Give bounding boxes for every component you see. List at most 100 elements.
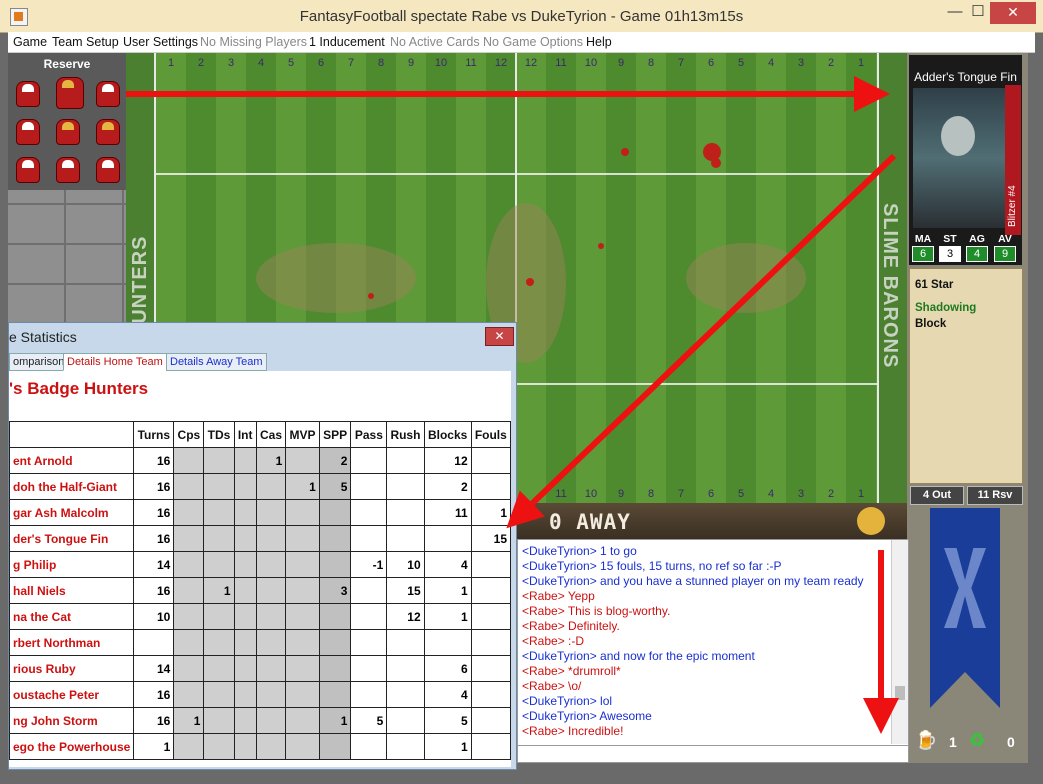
player-portrait [913, 88, 1005, 228]
table-row[interactable]: rious Ruby 14 6 [8, 655, 512, 682]
column-header[interactable]: Cas [255, 421, 287, 448]
stat-cell [318, 525, 352, 552]
stat-cell [470, 603, 512, 630]
tab-comparison[interactable]: omparison [9, 353, 69, 371]
chat-message: <Rabe> *drumroll* [522, 664, 621, 678]
stat-cell [255, 551, 287, 578]
stat-cell [233, 707, 257, 734]
stat-cell [350, 733, 388, 760]
column-header[interactable]: Pass [350, 421, 388, 448]
pitch-column-number: 8 [647, 57, 655, 69]
pitch-column-number: 10 [584, 57, 598, 69]
stat-cell [255, 733, 287, 760]
menu-inducements[interactable]: 1 Inducement [309, 35, 385, 49]
player-card: Adder's Tongue Fin Blitzer #4 MA 6 ST 3 AG… [909, 55, 1022, 265]
table-row[interactable]: na the Cat 10 12 1 [8, 603, 512, 630]
stat-cell [386, 473, 425, 500]
stat-cell [255, 655, 287, 682]
stat-cell: 16 [133, 681, 175, 708]
column-header[interactable]: SPP [318, 421, 352, 448]
table-row[interactable]: ent Arnold 16 1 2 12 [8, 447, 512, 474]
menu-active-cards[interactable]: No Active Cards [390, 35, 480, 49]
stat-cell [233, 473, 257, 500]
menu-team-setup[interactable]: Team Setup [52, 35, 119, 49]
stat-cell: -1 [350, 551, 388, 578]
column-header[interactable]: MVP [285, 421, 320, 448]
scroll-thumb[interactable] [895, 686, 905, 700]
dialog-close-button[interactable]: ✕ [485, 327, 514, 346]
table-row[interactable]: ego the Powerhouse 1 1 [8, 733, 512, 760]
title-bar: FantasyFootball spectate Rabe vs DukeTyr… [0, 0, 1043, 33]
players-out-button[interactable]: 4 Out [910, 486, 964, 505]
stat-cell [255, 629, 287, 656]
players-reserve-button[interactable]: 11 Rsv [967, 486, 1023, 505]
menu-user-settings[interactable]: User Settings [123, 35, 198, 49]
stat-cell [350, 655, 388, 682]
column-header[interactable]: Blocks [423, 421, 472, 448]
wide-zone-line [156, 173, 877, 175]
reserve-player[interactable] [16, 119, 40, 145]
column-header[interactable]: Int [233, 421, 257, 448]
menu-game-options[interactable]: No Game Options [483, 35, 583, 49]
stat-value: 4 [966, 246, 988, 262]
menu-missing-players[interactable]: No Missing Players [200, 35, 307, 49]
chat-message: <Rabe> :-D [522, 634, 585, 648]
skill-shadowing: Shadowing [915, 302, 977, 314]
stat-cell [285, 681, 320, 708]
reserve-player[interactable] [96, 81, 120, 107]
stat-cell [386, 447, 425, 474]
stat-cell [285, 551, 320, 578]
column-header[interactable]: Turns [133, 421, 175, 448]
table-row[interactable]: hall Niels 16 1 3 15 1 [8, 577, 512, 604]
reserve-player[interactable] [16, 157, 40, 183]
stat-cell [203, 655, 235, 682]
chat-message: <Rabe> Incredible! [522, 724, 624, 738]
reserve-player[interactable] [96, 119, 120, 145]
pitch-column-number: 8 [647, 488, 655, 500]
stat-cell [350, 681, 388, 708]
table-row[interactable]: gar Ash Malcolm 16 11 1 [8, 499, 512, 526]
tab-details-away-team[interactable]: Details Away Team [166, 353, 267, 371]
reserve-player[interactable] [56, 157, 80, 183]
column-header[interactable]: Cps [173, 421, 205, 448]
tab-details-home-team[interactable]: Details Home Team [63, 353, 167, 371]
chat-scrollbar[interactable] [891, 540, 908, 744]
table-row[interactable]: oustache Peter 16 4 [8, 681, 512, 708]
column-header[interactable]: Rush [386, 421, 425, 448]
stat-cell: 1 [423, 603, 472, 630]
dirt-patch [686, 243, 806, 313]
pitch-column-number: 12 [494, 57, 508, 69]
pitch-column-number: 9 [617, 488, 625, 500]
blood-splatter [526, 278, 534, 286]
reserve-player[interactable] [16, 81, 40, 107]
reserve-player[interactable] [56, 77, 84, 109]
scoreboard: 0 AWAY [517, 503, 907, 539]
stat-cell: 3 [318, 577, 352, 604]
stat-cell [386, 499, 425, 526]
table-row[interactable]: der's Tongue Fin 16 15 [8, 525, 512, 552]
stat-cell [386, 525, 425, 552]
table-row[interactable]: rbert Northman [8, 629, 512, 656]
menu-game[interactable]: Game [13, 35, 47, 49]
table-row[interactable]: doh the Half-Giant 16 1 5 2 [8, 473, 512, 500]
pitch-column-number: 6 [317, 57, 325, 69]
stat-cell [173, 447, 205, 474]
reserve-player[interactable] [96, 157, 120, 183]
blood-splatter [368, 293, 374, 299]
away-team-label: SLIME BARONS [879, 203, 901, 369]
chat-input[interactable] [518, 745, 908, 762]
close-button[interactable]: ✕ [990, 2, 1036, 24]
stat-cell: 1 [173, 707, 205, 734]
table-row[interactable]: ng John Storm 16 1 1 5 5 [8, 707, 512, 734]
table-row[interactable]: g Philip 14 -1 10 4 [8, 551, 512, 578]
maximize-button[interactable]: ☐ [963, 2, 993, 24]
stat-value: 6 [912, 246, 934, 262]
column-header[interactable]: Fouls [470, 421, 512, 448]
chat-message: <DukeTyrion> lol [522, 694, 613, 708]
menu-help[interactable]: Help [586, 35, 612, 49]
pitch-column-number: 4 [767, 488, 775, 500]
stat-cell [203, 525, 235, 552]
stat-cell [173, 525, 205, 552]
reserve-player[interactable] [56, 119, 80, 145]
column-header[interactable]: TDs [203, 421, 235, 448]
